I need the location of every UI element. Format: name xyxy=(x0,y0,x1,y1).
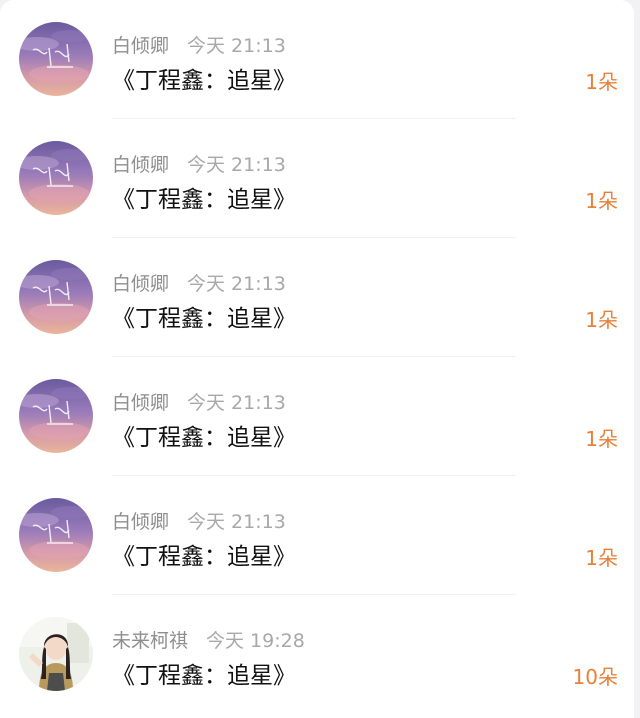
sender-name[interactable]: 白倾卿 xyxy=(112,35,169,57)
send-time: 今天 21:13 xyxy=(187,392,286,414)
list-item[interactable]: 白倾卿 今天 21:13 《丁程鑫：追星》 1朵 xyxy=(0,476,634,595)
work-title[interactable]: 《丁程鑫：追星》 xyxy=(112,656,296,690)
item-meta: 白倾卿 今天 21:13 xyxy=(112,388,286,416)
work-title[interactable]: 《丁程鑫：追星》 xyxy=(112,299,296,333)
sunset-sky-avatar-icon[interactable] xyxy=(19,22,93,96)
send-time: 今天 21:13 xyxy=(187,35,286,57)
flower-count: 1朵 xyxy=(585,308,618,332)
work-title[interactable]: 《丁程鑫：追星》 xyxy=(112,61,296,95)
gift-list-card: 白倾卿 今天 21:13 《丁程鑫：追星》 1朵 白倾卿 今天 21:13 《丁… xyxy=(0,0,634,718)
sender-name[interactable]: 未来柯祺 xyxy=(112,630,188,652)
item-meta: 未来柯祺 今天 19:28 xyxy=(112,626,305,654)
flower-count: 1朵 xyxy=(585,546,618,570)
list-item[interactable]: 白倾卿 今天 21:13 《丁程鑫：追星》 1朵 xyxy=(0,238,634,357)
flower-count: 1朵 xyxy=(585,189,618,213)
list-item[interactable]: 白倾卿 今天 21:13 《丁程鑫：追星》 1朵 xyxy=(0,119,634,238)
flower-count: 1朵 xyxy=(585,427,618,451)
list-item[interactable]: 白倾卿 今天 21:13 《丁程鑫：追星》 1朵 xyxy=(0,0,634,119)
send-time: 今天 21:13 xyxy=(187,511,286,533)
sender-name[interactable]: 白倾卿 xyxy=(112,273,169,295)
sender-name[interactable]: 白倾卿 xyxy=(112,154,169,176)
list-item[interactable]: 未来柯祺 今天 19:28 《丁程鑫：追星》 10朵 xyxy=(0,595,634,714)
work-title[interactable]: 《丁程鑫：追星》 xyxy=(112,537,296,571)
sender-name[interactable]: 白倾卿 xyxy=(112,392,169,414)
item-meta: 白倾卿 今天 21:13 xyxy=(112,150,286,178)
work-title[interactable]: 《丁程鑫：追星》 xyxy=(112,418,296,452)
item-meta: 白倾卿 今天 21:13 xyxy=(112,269,286,297)
list-item[interactable]: 白倾卿 今天 21:13 《丁程鑫：追星》 1朵 xyxy=(0,357,634,476)
sunset-sky-avatar-icon[interactable] xyxy=(19,498,93,572)
send-time: 今天 21:13 xyxy=(187,154,286,176)
girl-portrait-avatar-icon[interactable] xyxy=(19,617,93,691)
sunset-sky-avatar-icon[interactable] xyxy=(19,141,93,215)
sunset-sky-avatar-icon[interactable] xyxy=(19,260,93,334)
work-title[interactable]: 《丁程鑫：追星》 xyxy=(112,180,296,214)
flower-count: 1朵 xyxy=(585,70,618,94)
send-time: 今天 19:28 xyxy=(206,630,305,652)
flower-count: 10朵 xyxy=(572,665,618,689)
gift-record-page: 白倾卿 今天 21:13 《丁程鑫：追星》 1朵 白倾卿 今天 21:13 《丁… xyxy=(0,0,640,718)
item-meta: 白倾卿 今天 21:13 xyxy=(112,507,286,535)
sender-name[interactable]: 白倾卿 xyxy=(112,511,169,533)
sunset-sky-avatar-icon[interactable] xyxy=(19,379,93,453)
send-time: 今天 21:13 xyxy=(187,273,286,295)
item-meta: 白倾卿 今天 21:13 xyxy=(112,31,286,59)
